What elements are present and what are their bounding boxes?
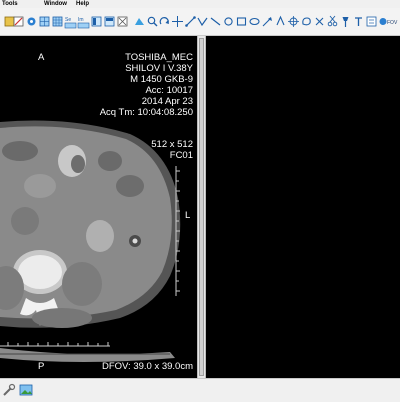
layout-1x1-icon[interactable]	[38, 12, 51, 31]
crosshair-icon[interactable]	[287, 12, 300, 31]
layout-1x2-icon[interactable]	[90, 12, 103, 31]
orientation-top: A	[38, 52, 45, 63]
text-icon[interactable]	[274, 12, 287, 31]
pin-icon[interactable]	[339, 12, 352, 31]
layout-2x1-icon[interactable]	[103, 12, 116, 31]
close-layout-icon[interactable]	[116, 12, 129, 31]
line-icon[interactable]	[209, 12, 222, 31]
probe-icon[interactable]	[313, 12, 326, 31]
ellipse-icon[interactable]	[248, 12, 261, 31]
accession-number: Acc: 10017	[145, 85, 193, 96]
settings-icon[interactable]	[25, 12, 38, 31]
series-label: Se	[65, 17, 71, 23]
viewport-scrollbar[interactable]	[197, 36, 206, 378]
orientation-bottom: P	[38, 361, 45, 372]
export-icon[interactable]	[365, 12, 378, 31]
reconstruction-kernel: FC01	[169, 150, 193, 161]
patient-name: SHILOV I V.38Y	[125, 63, 193, 74]
layout-grid-icon[interactable]	[51, 12, 64, 31]
image-label: Im	[78, 17, 84, 23]
patient-info: M 1450 GKB-9	[130, 74, 193, 85]
viewport-right[interactable]	[206, 36, 400, 378]
orientation-right: L	[185, 210, 191, 221]
menu-help[interactable]: Help	[76, 0, 89, 8]
menu-bar: Tools Window Help	[0, 0, 400, 8]
bottom-toolbar	[0, 378, 400, 401]
arrow-icon[interactable]	[261, 12, 274, 31]
tools-icon[interactable]	[2, 383, 16, 397]
matrix-size: 512 x 512	[151, 139, 193, 150]
circle-icon[interactable]	[222, 12, 235, 31]
rectangle-icon[interactable]	[235, 12, 248, 31]
dfov-label: DFOV: 39.0 x 39.0cm	[102, 361, 193, 372]
compare-icon[interactable]	[133, 12, 146, 31]
angle-icon[interactable]	[196, 12, 209, 31]
viewport-left[interactable]: A P L TOSHIBA_MEC SHILOV I V.38Y M 1450 …	[0, 36, 197, 378]
scissors-icon[interactable]	[326, 12, 339, 31]
menu-tools[interactable]: Tools	[2, 0, 18, 8]
text-annotation-icon[interactable]	[352, 12, 365, 31]
image-icon[interactable]	[19, 383, 33, 397]
scrollbar-thumb[interactable]	[199, 38, 204, 376]
institution-label: TOSHIBA_MEC	[125, 52, 193, 63]
series-layout-icon[interactable]: Se	[64, 12, 77, 31]
save-icon[interactable]	[12, 12, 25, 31]
image-layout-icon[interactable]: Im	[77, 12, 90, 31]
acquisition-time: Acq Tm: 10:04:08.250	[99, 107, 193, 118]
menu-window[interactable]: Window	[44, 0, 67, 8]
study-date: 2014 Apr 23	[141, 96, 193, 107]
logo-icon: FOV	[378, 12, 398, 31]
viewer-workspace: A P L TOSHIBA_MEC SHILOV I V.38Y M 1450 …	[0, 36, 400, 378]
toolbar: Se Im FOV	[0, 8, 400, 36]
roi-icon[interactable]	[300, 12, 313, 31]
rotate-icon[interactable]	[158, 12, 171, 31]
svg-text:FOV: FOV	[387, 20, 398, 26]
pan-icon[interactable]	[171, 12, 184, 31]
